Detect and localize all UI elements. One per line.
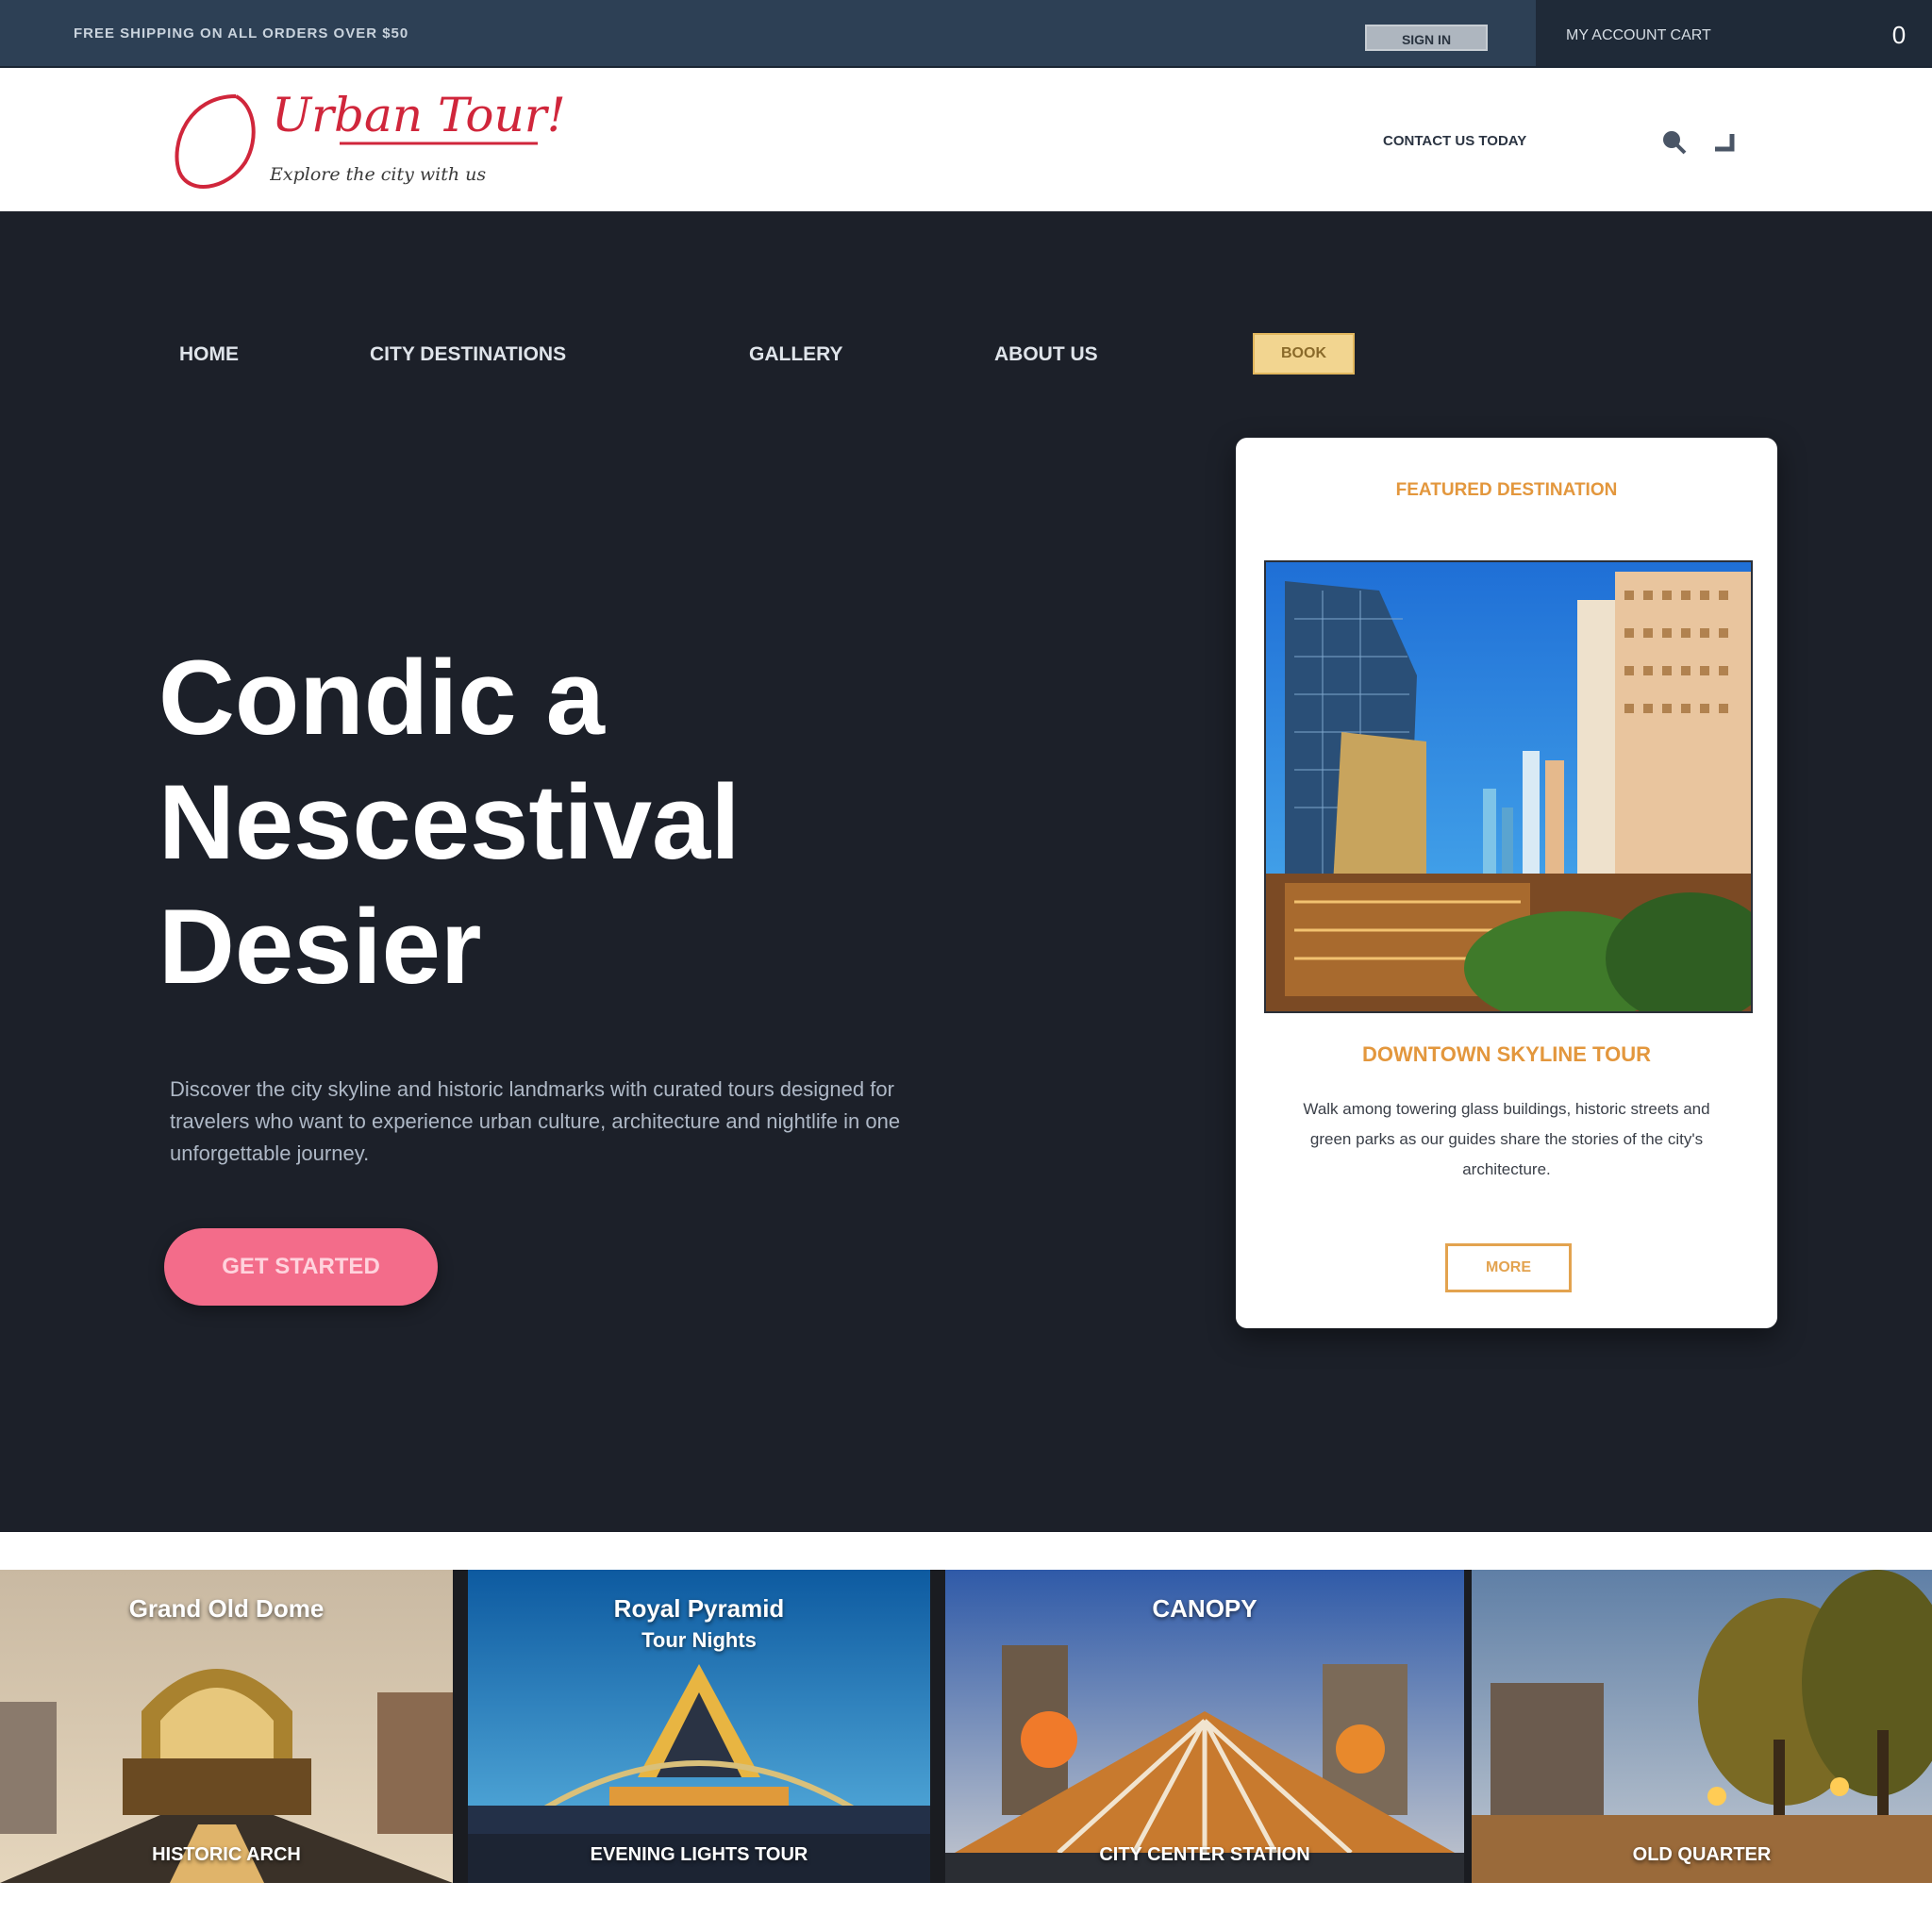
card-description: Walk among towering glass buildings, his…: [1303, 1100, 1710, 1178]
nav-item-home[interactable]: HOME: [179, 338, 239, 372]
top-utility-bar: FREE SHIPPING ON ALL ORDERS OVER $50 SIG…: [0, 0, 1932, 68]
headline-line-1: Condic a: [158, 639, 605, 757]
hero-headline: Condic a Nescestival Desier: [158, 636, 875, 1009]
logo-script-text: Urban Tour!: [272, 88, 564, 142]
site-logo[interactable]: Urban Tour! Explore the city with us: [170, 77, 566, 200]
gallery-tile-3[interactable]: CANOPY CITY CENTER STATION: [945, 1570, 1464, 1883]
logo-tagline: Explore the city with us: [270, 164, 487, 185]
nav-item-destinations[interactable]: CITY DESTINATIONS: [370, 338, 566, 372]
hero-body-text: Discover the city skyline and historic l…: [170, 1077, 901, 1165]
gallery-tile-2[interactable]: Royal Pyramid Tour Nights EVENING LIGHTS…: [468, 1570, 930, 1883]
search-icon[interactable]: [1658, 126, 1689, 157]
tile-3-caption: CITY CENTER STATION: [1099, 1844, 1310, 1865]
user-icon[interactable]: [1709, 126, 1740, 157]
tile-4-caption: OLD QUARTER: [1632, 1844, 1772, 1865]
get-started-button[interactable]: GET STARTED: [164, 1228, 438, 1306]
tile-2-caption: EVENING LIGHTS TOUR: [590, 1844, 808, 1865]
card-more-button[interactable]: MORE: [1445, 1243, 1572, 1292]
tile-3-title: CANOPY: [1152, 1594, 1257, 1623]
sign-in-button[interactable]: SIGN IN: [1365, 25, 1488, 51]
card-kicker: FEATURED DESTINATION: [1395, 480, 1618, 500]
tile-2-subtitle: Tour Nights: [641, 1628, 757, 1652]
card-title: DOWNTOWN SKYLINE TOUR: [1362, 1042, 1651, 1066]
contact-link[interactable]: CONTACT US TODAY: [1383, 130, 1630, 153]
account-link[interactable]: MY ACCOUNT CART: [1566, 25, 1849, 47]
announcement-text: FREE SHIPPING ON ALL ORDERS OVER $50: [74, 26, 409, 42]
city-skyline-image: [1264, 560, 1753, 1013]
nav-item-about[interactable]: ABOUT US: [994, 338, 1098, 372]
tile-1-title: Grand Old Dome: [128, 1594, 325, 1623]
old-quarter-photo: [1472, 1570, 1932, 1883]
gallery-tile-4[interactable]: OLD QUARTER: [1472, 1570, 1932, 1883]
headline-line-2: Nescestival: [158, 763, 741, 881]
headline-line-3: Desier: [158, 888, 482, 1006]
nav-item-gallery[interactable]: GALLERY: [749, 338, 843, 372]
featured-card: FEATURED DESTINATION DOWNTOWN SKYLINE TO…: [1236, 438, 1777, 1328]
book-button[interactable]: BOOK: [1253, 333, 1355, 375]
cart-count[interactable]: 0: [1885, 21, 1913, 49]
tile-1-caption: HISTORIC ARCH: [152, 1844, 301, 1865]
gallery-tile-1[interactable]: Grand Old Dome HISTORIC ARCH: [0, 1570, 453, 1883]
tile-2-title: Royal Pyramid: [613, 1594, 785, 1623]
